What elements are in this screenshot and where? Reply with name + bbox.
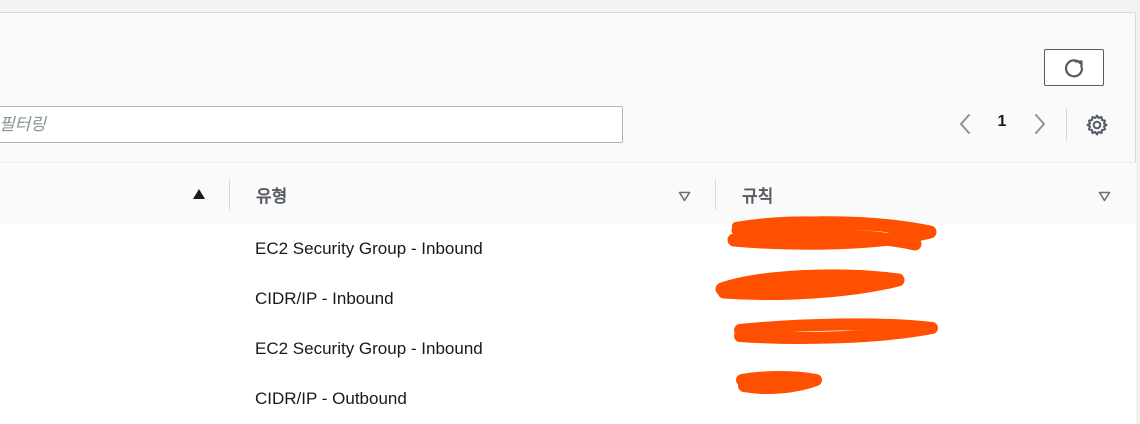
refresh-button[interactable] xyxy=(1044,49,1104,86)
sort-indicator-icon[interactable] xyxy=(678,189,691,207)
table-header: 유형 규칙 xyxy=(0,163,1136,225)
type-cell: CIDR/IP - Inbound xyxy=(255,289,394,308)
table-row[interactable]: EC2 Security Group - Inbound xyxy=(0,324,1136,375)
sort-indicator-icon[interactable] xyxy=(1098,189,1111,207)
rules-table: 유형 규칙 EC2 Security Group - Inbound CIDR/… xyxy=(0,162,1136,424)
table-row[interactable]: EC2 Security Group - Inbound xyxy=(0,224,1136,275)
gear-icon xyxy=(1086,114,1108,136)
chevron-left-icon xyxy=(960,114,970,134)
pagination-divider xyxy=(1066,108,1067,141)
next-page-button[interactable] xyxy=(1028,111,1052,137)
preferences-button[interactable] xyxy=(1084,112,1110,138)
column-header-rule[interactable]: 규칙 xyxy=(742,182,773,207)
type-cell: CIDR/IP - Outbound xyxy=(255,389,407,408)
refresh-icon xyxy=(1064,58,1084,77)
type-cell: EC2 Security Group - Inbound xyxy=(255,239,483,258)
column-divider[interactable] xyxy=(229,179,230,210)
table-row[interactable]: CIDR/IP - Inbound xyxy=(0,274,1136,325)
security-rules-panel: 1 유형 규칙 xyxy=(0,12,1136,424)
sort-ascending-icon[interactable] xyxy=(192,187,206,205)
column-header-type[interactable]: 유형 xyxy=(256,182,287,207)
chevron-right-icon xyxy=(1035,114,1045,134)
current-page-number[interactable]: 1 xyxy=(990,113,1014,131)
table-row[interactable]: CIDR/IP - Outbound xyxy=(0,374,1136,424)
filter-input[interactable] xyxy=(0,106,623,143)
previous-page-button[interactable] xyxy=(953,111,977,137)
type-cell: EC2 Security Group - Inbound xyxy=(255,339,483,358)
column-divider[interactable] xyxy=(715,179,716,210)
